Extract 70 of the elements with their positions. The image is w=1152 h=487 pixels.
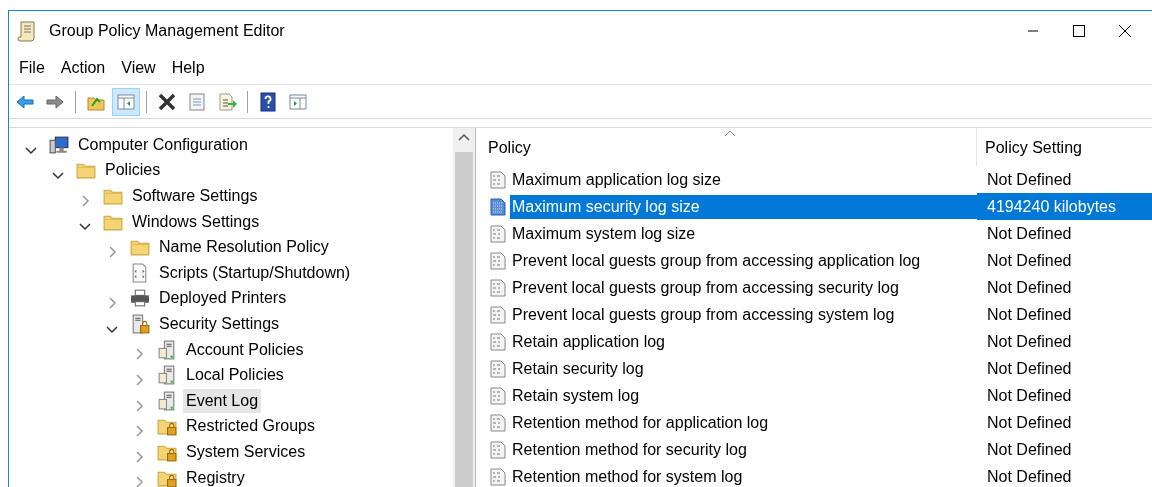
delete-icon — [157, 91, 177, 112]
tree-item[interactable]: Local Policies — [183, 363, 287, 388]
tree-item[interactable]: Policies — [102, 158, 164, 183]
menu-item[interactable]: Help — [163, 55, 213, 80]
table-cell-text: Retention method for security log — [511, 439, 748, 460]
document-icon — [488, 439, 508, 460]
document-icon — [488, 385, 508, 406]
table-cell-text: Maximum application log size — [511, 169, 722, 190]
table-cell-text: Retention method for application log — [511, 412, 770, 433]
tree-item[interactable]: Scripts (Startup/Shutdown) — [156, 260, 354, 285]
table-cell-text: Retain security log — [511, 358, 645, 379]
document-icon — [488, 412, 508, 433]
table-cell-text: Not Defined — [986, 385, 1073, 406]
table-cell-text: Not Defined — [986, 169, 1073, 190]
printer-icon — [129, 287, 151, 310]
tree-item[interactable]: Computer Configuration — [75, 132, 251, 157]
close-icon — [1118, 24, 1132, 38]
tree-item[interactable]: Event Log — [183, 388, 262, 413]
maximize-icon — [1072, 24, 1086, 38]
column-header[interactable]: Policy Setting — [977, 128, 1082, 166]
document-icon — [488, 466, 508, 487]
tree-item[interactable]: Restricted Groups — [183, 414, 318, 439]
table-cell-text: Not Defined — [986, 439, 1073, 460]
table-cell-text: Not Defined — [986, 466, 1073, 487]
tree-item[interactable]: Name Resolution Policy — [156, 235, 332, 260]
export-list-icon — [217, 91, 237, 112]
menu-item[interactable]: Action — [52, 55, 114, 80]
table-cell-text: Maximum system log size — [511, 223, 697, 244]
table-cell-text: Not Defined — [986, 304, 1073, 325]
document-icon — [488, 358, 508, 379]
table-cell-text: Not Defined — [986, 277, 1073, 298]
menu-item[interactable]: View — [113, 55, 164, 80]
window-pane-icon — [288, 91, 308, 112]
menu-item[interactable]: File — [11, 55, 53, 80]
document-icon — [488, 169, 508, 190]
help-icon — [258, 91, 278, 112]
scroll-icon — [17, 20, 37, 42]
column-header[interactable]: Policy — [480, 128, 977, 166]
table-cell-text: Not Defined — [986, 223, 1073, 244]
tree-item[interactable]: Account Policies — [183, 337, 307, 362]
table-cell-text: Retain application log — [511, 331, 666, 352]
window-pane-button[interactable] — [112, 87, 140, 116]
window-pane-icon — [116, 91, 136, 112]
document-icon — [488, 277, 508, 298]
table-cell-text: Prevent local guests group from accessing system log — [511, 304, 896, 325]
table-cell-text: Prevent local guests group from accessing security log — [511, 277, 900, 298]
table-cell-text: Not Defined — [986, 331, 1073, 352]
table-cell: Maximum security log size — [510, 194, 977, 219]
tree-item[interactable]: Registry — [183, 465, 248, 487]
document-icon — [488, 250, 508, 271]
computer-icon — [48, 133, 70, 156]
document-icon — [488, 331, 508, 352]
tree-item[interactable]: System Services — [183, 439, 309, 464]
table-cell-text: Retain system log — [511, 385, 641, 406]
tree-item[interactable]: Windows Settings — [129, 209, 263, 234]
window-title: Group Policy Management Editor — [49, 21, 285, 41]
table-cell-text: Not Defined — [986, 358, 1073, 379]
tree-item[interactable]: Software Settings — [129, 184, 261, 208]
table-cell: 4194240 kilobytes — [977, 193, 1152, 220]
table-cell-text: Retention method for system log — [511, 466, 744, 487]
table-cell-text: Not Defined — [986, 412, 1073, 433]
table-cell-text: Prevent local guests group from accessing application log — [511, 250, 922, 271]
document-icon — [488, 304, 508, 325]
table-cell-text: Not Defined — [986, 250, 1073, 271]
tree-item[interactable]: Deployed Printers — [156, 286, 290, 311]
scrollbar[interactable] — [453, 128, 475, 487]
document-icon — [488, 223, 508, 244]
tree-item[interactable]: Security Settings — [156, 311, 283, 336]
properties-icon — [187, 91, 207, 112]
document-icon — [488, 196, 508, 217]
